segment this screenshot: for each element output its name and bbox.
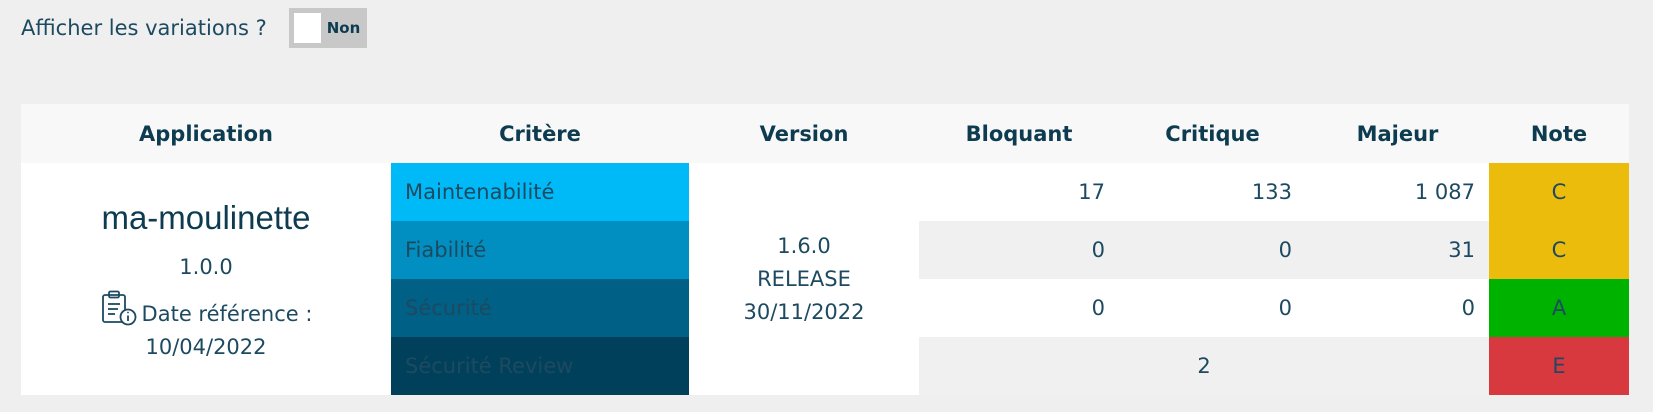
variations-toggle[interactable]: Non: [288, 8, 367, 48]
header-note[interactable]: Note: [1489, 104, 1629, 163]
critique-value: 0: [1119, 221, 1306, 279]
bloquant-value: 0: [919, 221, 1119, 279]
majeur-value: 31: [1306, 221, 1489, 279]
header-version[interactable]: Version: [689, 104, 919, 163]
quality-table: Application Critère Version Bloquant Cri…: [21, 104, 1629, 395]
critere-securite-review: Sécurité Review: [391, 337, 689, 395]
bloquant-value: 17: [919, 163, 1119, 221]
version-number: 1.6.0: [777, 233, 831, 258]
security-hotspots-value: 2: [919, 337, 1489, 395]
toggle-state-text: Non: [326, 19, 361, 37]
header-application[interactable]: Application: [21, 104, 391, 163]
table-row: ma-moulinette 1.0.0 Date référence: 10/…: [21, 163, 1629, 395]
application-cell: ma-moulinette 1.0.0 Date référence: 10/…: [21, 163, 391, 395]
bloquant-value: 0: [919, 279, 1119, 337]
version-date: 30/11/2022: [743, 299, 865, 324]
note-badge: A: [1489, 279, 1629, 337]
note-badge: C: [1489, 163, 1629, 221]
variations-toggle-row: Afficher les variations ? Non: [21, 8, 367, 48]
application-version: 1.0.0: [179, 254, 233, 279]
variations-label: Afficher les variations ?: [21, 16, 267, 40]
version-cell: 1.6.0 RELEASE 30/11/2022: [689, 163, 919, 395]
reference-date: Date référence : 10/04/2022: [21, 289, 391, 364]
note-badge: C: [1489, 221, 1629, 279]
clipboard-info-icon[interactable]: [100, 289, 138, 327]
majeur-value: 1 087: [1306, 163, 1489, 221]
table-header-row: Application Critère Version Bloquant Cri…: [21, 104, 1629, 163]
header-critere[interactable]: Critère: [391, 104, 689, 163]
critere-maintenabilite: Maintenabilité: [391, 163, 689, 221]
header-critique[interactable]: Critique: [1119, 104, 1306, 163]
reference-date-label: Date référence :: [141, 301, 313, 326]
reference-date-value: 10/04/2022: [145, 334, 267, 359]
majeur-value: 0: [1306, 279, 1489, 337]
header-majeur[interactable]: Majeur: [1306, 104, 1489, 163]
application-name[interactable]: ma-moulinette: [21, 199, 391, 237]
critere-securite: Sécurité: [391, 279, 689, 337]
version-type: RELEASE: [757, 266, 851, 291]
header-bloquant[interactable]: Bloquant: [919, 104, 1119, 163]
toggle-knob[interactable]: [293, 13, 321, 43]
critique-value: 133: [1119, 163, 1306, 221]
note-badge: E: [1489, 337, 1629, 395]
critique-value: 0: [1119, 279, 1306, 337]
critere-fiabilite: Fiabilité: [391, 221, 689, 279]
